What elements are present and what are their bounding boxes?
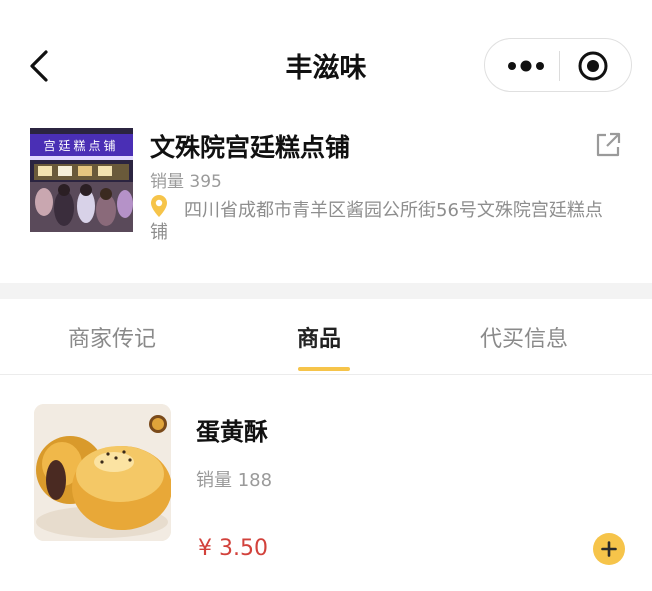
product-name: 蛋黄酥 [196, 418, 268, 446]
tab-bar: 商家传记 商品 代买信息 [0, 299, 652, 375]
tab-purchase-info[interactable]: 代买信息 [480, 321, 568, 353]
navigation-bar: 丰滋味 [0, 0, 652, 118]
tab-products[interactable]: 商品 [297, 321, 341, 353]
mini-program-capsule [484, 38, 632, 92]
more-dots-icon[interactable] [503, 53, 549, 79]
shop-sign-text: 宫廷糕点铺 [43, 138, 118, 153]
shop-sales: 销量 395 [150, 172, 222, 192]
product-image[interactable] [34, 404, 171, 541]
external-link-icon[interactable] [594, 131, 622, 159]
capsule-divider [559, 51, 560, 81]
shop-name: 文殊院宫廷糕点铺 [150, 133, 351, 162]
product-sales: 销量 188 [196, 470, 273, 491]
plus-icon [601, 541, 617, 557]
add-to-cart-button[interactable] [593, 533, 625, 565]
section-divider [0, 283, 652, 299]
tab-merchant-story[interactable]: 商家传记 [68, 321, 156, 353]
shop-address: 四川省成都市青羊区酱园公所街56号文殊院宫廷糕点铺 [150, 200, 603, 243]
product-price: ¥ 3.50 [198, 536, 268, 561]
active-tab-indicator [298, 367, 350, 371]
shop-photo: 宫廷糕点铺 [30, 128, 133, 232]
target-circle-icon[interactable] [577, 50, 609, 82]
